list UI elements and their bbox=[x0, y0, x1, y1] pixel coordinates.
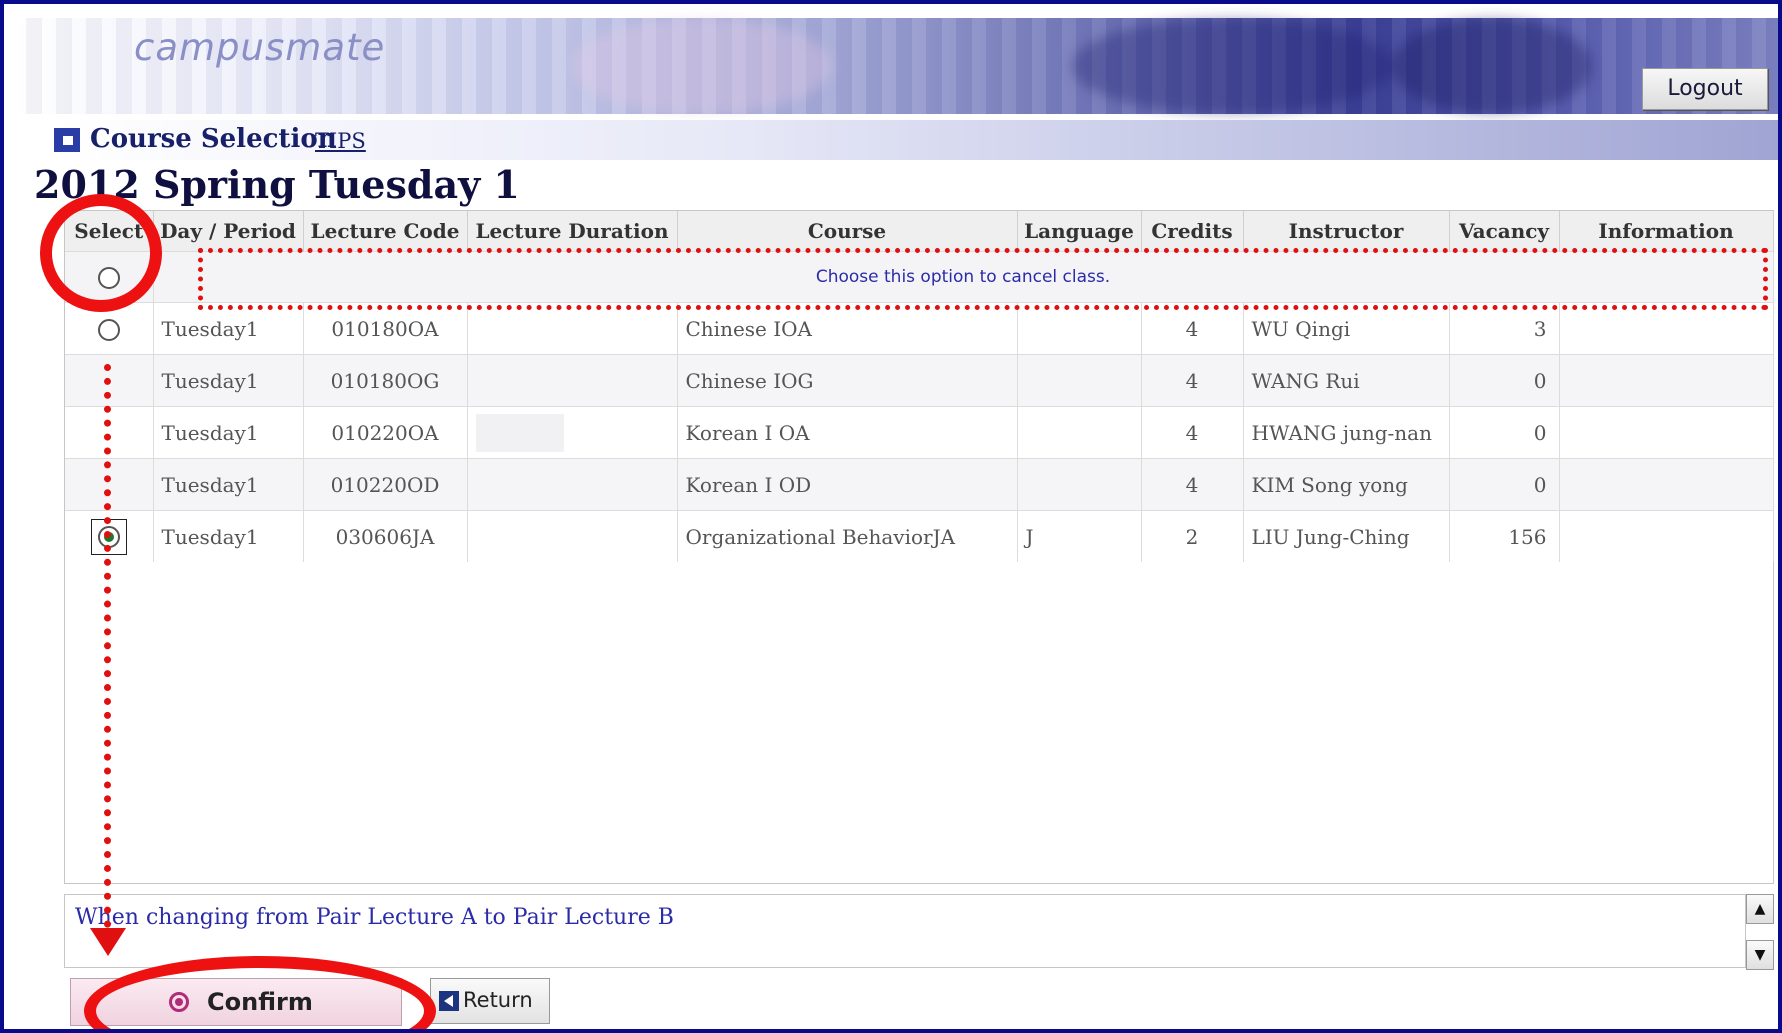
lecture-code-cell: 010180OG bbox=[303, 354, 468, 407]
course-table-panel: Select Day / Period Lecture Code Lecture… bbox=[64, 210, 1774, 884]
banner-decoration bbox=[1072, 18, 1392, 114]
notice-textarea[interactable]: When changing from Pair Lecture A to Pai… bbox=[64, 894, 1746, 968]
lecture-code-cell: 010180OA bbox=[303, 302, 468, 355]
section-title: Course Selection bbox=[90, 124, 337, 154]
table-header-row: Select Day / Period Lecture Code Lecture… bbox=[65, 211, 1774, 252]
instructor-cell: WU Qingi bbox=[1243, 302, 1450, 355]
vacancy-cell: 0 bbox=[1449, 458, 1560, 511]
language-cell bbox=[1017, 354, 1142, 407]
app-frame: campusmate Logout Course Selection TIPS … bbox=[0, 0, 1782, 1033]
instructor-cell: HWANG jung-nan bbox=[1243, 406, 1450, 459]
course-cell: Korean I OD bbox=[677, 458, 1018, 511]
course-cell: Organizational BehaviorJA bbox=[677, 510, 1018, 562]
instructor-cell: WANG Rui bbox=[1243, 354, 1450, 407]
course-cell: Chinese IOA bbox=[677, 302, 1018, 355]
instructor-cell: KIM Song yong bbox=[1243, 458, 1450, 511]
column-header: Day / Period bbox=[153, 211, 304, 252]
language-cell: J bbox=[1017, 510, 1142, 562]
highlight-circle-select bbox=[40, 194, 162, 312]
lecture-code-cell: 010220OA bbox=[303, 406, 468, 459]
column-header: Course bbox=[677, 211, 1018, 252]
column-header: Lecture Code bbox=[303, 211, 468, 252]
table-row: Tuesday1 010220OA Korean I OA 4 HWANG ju… bbox=[65, 406, 1774, 459]
lecture-duration-cell bbox=[467, 354, 678, 407]
lecture-code-cell: 030606JA bbox=[303, 510, 468, 562]
information-cell bbox=[1559, 406, 1774, 459]
table-row[interactable]: Tuesday1 010180OA Chinese IOA 4 WU Qingi… bbox=[65, 302, 1774, 355]
table-row: Tuesday1 010180OG Chinese IOG 4 WANG Rui… bbox=[65, 354, 1774, 407]
column-header: Instructor bbox=[1243, 211, 1450, 252]
table-row[interactable]: Tuesday1 030606JA Organizational Behavio… bbox=[65, 510, 1774, 562]
header-banner: campusmate Logout bbox=[12, 18, 1778, 114]
column-header: Credits bbox=[1141, 211, 1244, 252]
credits-cell: 4 bbox=[1141, 354, 1244, 407]
column-header: Language bbox=[1017, 211, 1142, 252]
tips-link[interactable]: TIPS bbox=[315, 129, 366, 153]
lecture-duration-cell bbox=[467, 458, 678, 511]
banner-decoration bbox=[572, 18, 832, 114]
language-cell bbox=[1017, 406, 1142, 459]
scroll-up-button[interactable]: ▲ bbox=[1746, 894, 1774, 924]
highlight-box-cancel-option bbox=[198, 248, 1768, 310]
lecture-duration-cell bbox=[467, 302, 678, 355]
credits-cell: 2 bbox=[1141, 510, 1244, 562]
vacancy-cell: 156 bbox=[1449, 510, 1560, 562]
notice-text: When changing from Pair Lecture A to Pai… bbox=[75, 905, 674, 930]
information-cell bbox=[1559, 354, 1774, 407]
scroll-down-button[interactable]: ▼ bbox=[1746, 940, 1774, 970]
course-cell: Korean I OA bbox=[677, 406, 1018, 459]
annotation-arrow-icon bbox=[90, 928, 126, 956]
day-period-cell: Tuesday1 bbox=[153, 354, 304, 407]
day-period-cell: Tuesday1 bbox=[153, 510, 304, 562]
annotation-dotted-line bbox=[104, 364, 111, 928]
campusmate-logo: campusmate bbox=[134, 26, 386, 69]
vacancy-cell: 3 bbox=[1449, 302, 1560, 355]
course-selection-icon bbox=[54, 128, 80, 152]
language-cell bbox=[1017, 302, 1142, 355]
lecture-duration-cell bbox=[467, 510, 678, 562]
day-period-cell: Tuesday1 bbox=[153, 458, 304, 511]
column-header: Vacancy bbox=[1449, 211, 1560, 252]
back-arrow-icon bbox=[439, 991, 459, 1011]
day-period-cell: Tuesday1 bbox=[153, 406, 304, 459]
instructor-cell: LIU Jung-Ching bbox=[1243, 510, 1450, 562]
course-cell: Chinese IOG bbox=[677, 354, 1018, 407]
column-header: Information bbox=[1559, 211, 1774, 252]
return-button[interactable]: Return bbox=[430, 978, 550, 1024]
information-cell bbox=[1559, 302, 1774, 355]
return-label: Return bbox=[463, 988, 533, 1012]
information-cell bbox=[1559, 458, 1774, 511]
course-radio[interactable] bbox=[97, 318, 120, 341]
banner-decoration bbox=[1392, 18, 1592, 114]
vacancy-cell: 0 bbox=[1449, 354, 1560, 407]
table-row: Tuesday1 010220OD Korean I OD 4 KIM Song… bbox=[65, 458, 1774, 511]
logout-button[interactable]: Logout bbox=[1642, 68, 1768, 110]
credits-cell: 4 bbox=[1141, 302, 1244, 355]
credits-cell: 4 bbox=[1141, 406, 1244, 459]
information-cell bbox=[1559, 510, 1774, 562]
duration-placeholder bbox=[475, 413, 564, 452]
credits-cell: 4 bbox=[1141, 458, 1244, 511]
column-header: Lecture Duration bbox=[467, 211, 678, 252]
day-period-cell: Tuesday1 bbox=[153, 302, 304, 355]
vacancy-cell: 0 bbox=[1449, 406, 1560, 459]
lecture-code-cell: 010220OD bbox=[303, 458, 468, 511]
lecture-duration-cell bbox=[467, 406, 678, 459]
language-cell bbox=[1017, 458, 1142, 511]
section-titlebar: Course Selection TIPS bbox=[52, 120, 1778, 160]
